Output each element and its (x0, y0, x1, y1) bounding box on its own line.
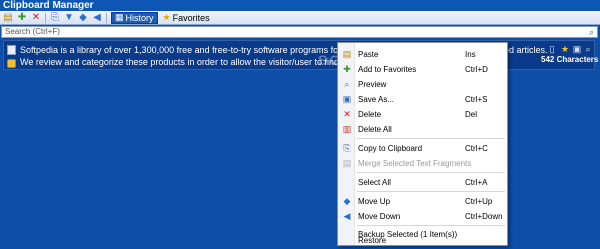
menu-item-delete-all[interactable]: ▥ Delete All (339, 122, 507, 136)
star-icon: ★ (162, 12, 171, 22)
delete-icon[interactable]: ✕ (30, 12, 42, 24)
search-icon[interactable]: ⌕ (583, 44, 593, 54)
move-down-icon[interactable]: ▼ (63, 12, 75, 24)
menu-separator (357, 172, 505, 173)
move-up-icon: ◆ (343, 196, 351, 206)
text-item-icon (7, 45, 16, 55)
preview-icon: ⌕ (344, 79, 350, 89)
clipboard-list: Softpedia is a library of over 1,300,000… (0, 39, 600, 249)
menu-item-paste[interactable]: ▤ Paste Ins (339, 47, 507, 61)
merge-icon: ▤ (342, 158, 352, 168)
menu-separator (357, 225, 505, 226)
menu-item-save-as[interactable]: ▣ Save As... Ctrl+S (339, 92, 507, 106)
menu-separator (357, 138, 505, 139)
paste-icon[interactable]: ▤ (2, 12, 14, 24)
delete-all-icon: ▥ (342, 124, 352, 134)
context-menu: ▤ Paste Ins ✚ Add to Favorites Ctrl+D ⌕ … (337, 42, 508, 246)
favorite-item-icon (7, 59, 16, 68)
paste-icon: ▤ (342, 49, 352, 59)
history-icon: ▦ (115, 12, 124, 22)
save-icon: ▣ (342, 94, 352, 104)
menu-separator (357, 191, 505, 192)
menu-item-select-all[interactable]: Select All Ctrl+A (339, 175, 507, 189)
toolbar-separator (106, 12, 107, 23)
save-icon[interactable]: ▣ (572, 44, 582, 54)
tab-favorites-label: Favorites (172, 12, 210, 23)
menu-item-delete[interactable]: ✕ Delete Del (339, 107, 507, 121)
character-count: 542 Characters (541, 55, 599, 64)
add-favorite-icon[interactable]: ✚ (16, 12, 28, 24)
menu-item-preview[interactable]: ⌕ Preview (339, 77, 507, 91)
document-icon[interactable]: ▯ (547, 44, 557, 54)
back-icon[interactable]: ◀ (91, 12, 103, 24)
menu-item-restore[interactable]: Restore (339, 234, 507, 246)
entry-line-2: We review and categorize these products … (20, 57, 340, 67)
delete-icon: ✕ (343, 109, 351, 119)
move-up-icon[interactable]: ◆ (77, 12, 89, 24)
menu-item-move-down[interactable]: ◀ Move Down Ctrl+Down (339, 209, 507, 223)
star-icon[interactable]: ★ (560, 44, 570, 54)
menu-item-merge-fragments: ▤ Merge Selected Text Fragments (339, 156, 507, 170)
menu-item-move-up[interactable]: ◆ Move Up Ctrl+Up (339, 194, 507, 208)
tab-history-label: History (125, 12, 154, 23)
copy-icon: ⎘ (343, 143, 351, 153)
search-input[interactable]: Search (Ctrl+F) ⌕ (1, 26, 598, 38)
favorite-icon: ✚ (343, 64, 351, 74)
tab-history[interactable]: ▦ History (111, 11, 158, 24)
search-placeholder: Search (Ctrl+F) (5, 27, 60, 36)
copy-to-clipboard-icon[interactable]: ⎘ (49, 12, 61, 24)
move-down-icon: ◀ (343, 211, 351, 221)
entry-line-1-tail: ed articles. (504, 45, 548, 55)
toolbar: ▤ ✚ ✕ ⎘ ▼ ◆ ◀ ▦ History ★ Favorites (0, 11, 600, 25)
menu-item-add-to-favorites[interactable]: ✚ Add to Favorites Ctrl+D (339, 62, 507, 76)
menu-item-copy-to-clipboard[interactable]: ⎘ Copy to Clipboard Ctrl+C (339, 141, 507, 155)
search-icon[interactable]: ⌕ (589, 27, 594, 37)
tab-favorites[interactable]: ★ Favorites (160, 12, 213, 24)
toolbar-separator (45, 12, 46, 23)
window-title: Clipboard Manager (0, 0, 600, 11)
